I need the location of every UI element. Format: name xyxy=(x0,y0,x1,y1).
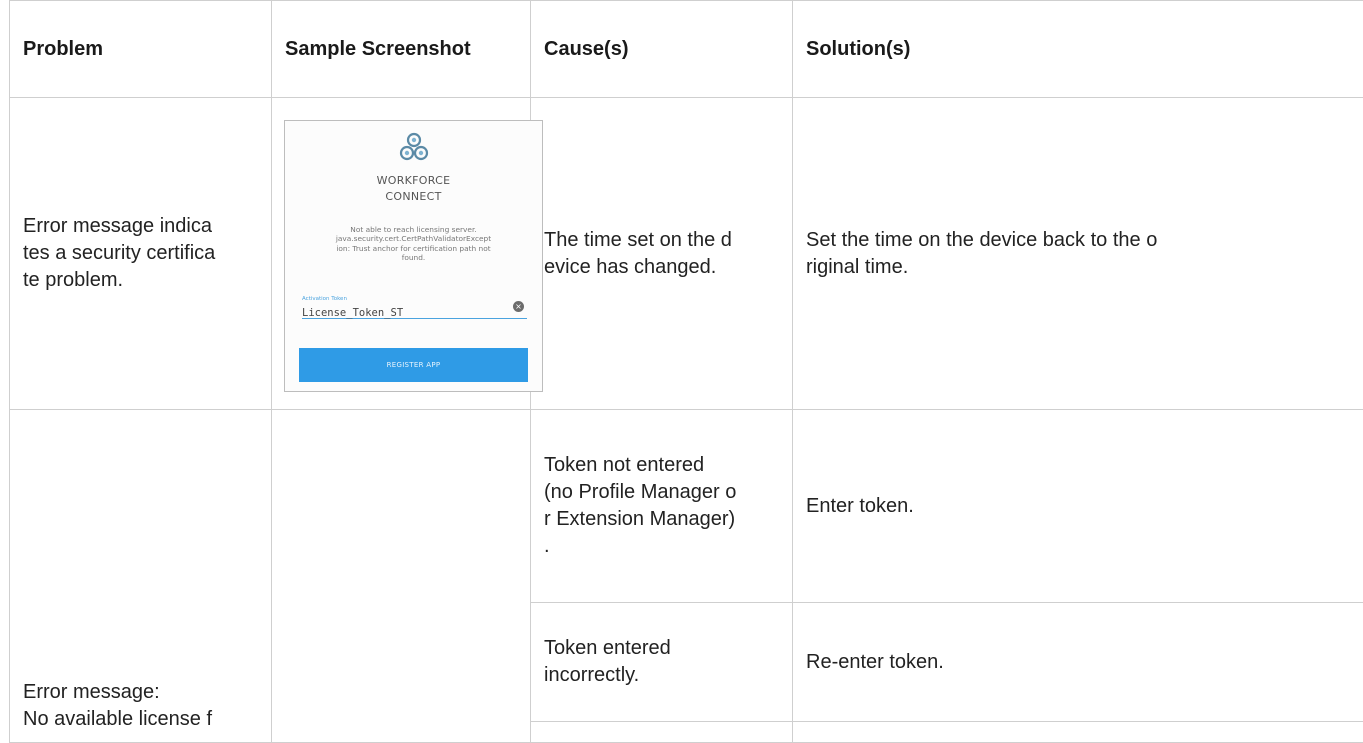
register-app-button: REGISTER APP xyxy=(299,348,528,382)
problem-cell: Error message indica tes a security cert… xyxy=(10,98,272,410)
header-sample-screenshot: Sample Screenshot xyxy=(272,1,531,98)
troubleshooting-table: Problem Sample Screenshot Cause(s) Solut… xyxy=(9,0,1363,743)
table-row: Error message indica tes a security cert… xyxy=(10,98,1363,410)
problem-cell: Error message: No available license f xyxy=(10,410,272,743)
cause-cell: The time set on the d evice has changed. xyxy=(531,98,793,410)
workforce-connect-logo-icon xyxy=(399,131,429,163)
solution-cell: Set the time on the device back to the o… xyxy=(793,98,1363,410)
solution-cell xyxy=(793,722,1363,743)
solution-cell: Re-enter token. xyxy=(793,603,1363,722)
header-causes: Cause(s) xyxy=(531,1,793,98)
activation-token-field: License_Token_ST × xyxy=(302,298,527,319)
sample-screenshot-cell xyxy=(272,410,531,743)
clear-icon: × xyxy=(513,301,524,312)
table-header-row: Problem Sample Screenshot Cause(s) Solut… xyxy=(10,1,1363,98)
error-message-text: Not able to reach licensing server. java… xyxy=(299,225,528,263)
cause-cell: Token entered incorrectly. xyxy=(531,603,793,722)
cause-cell xyxy=(531,722,793,743)
app-brand-name: WORKFORCE CONNECT xyxy=(285,173,542,205)
sample-screenshot-cell: WORKFORCE CONNECT Not able to reach lice… xyxy=(272,98,531,410)
header-solutions: Solution(s) xyxy=(793,1,1363,98)
troubleshooting-table-container: Problem Sample Screenshot Cause(s) Solut… xyxy=(9,0,1363,743)
header-problem: Problem xyxy=(10,1,272,98)
activation-token-value: License_Token_ST xyxy=(302,300,403,327)
solution-cell: Enter token. xyxy=(793,410,1363,603)
sample-screenshot-image: WORKFORCE CONNECT Not able to reach lice… xyxy=(284,120,543,392)
table-row: Error message: No available license f To… xyxy=(10,410,1363,603)
cause-cell: Token not entered (no Profile Manager o … xyxy=(531,410,793,603)
